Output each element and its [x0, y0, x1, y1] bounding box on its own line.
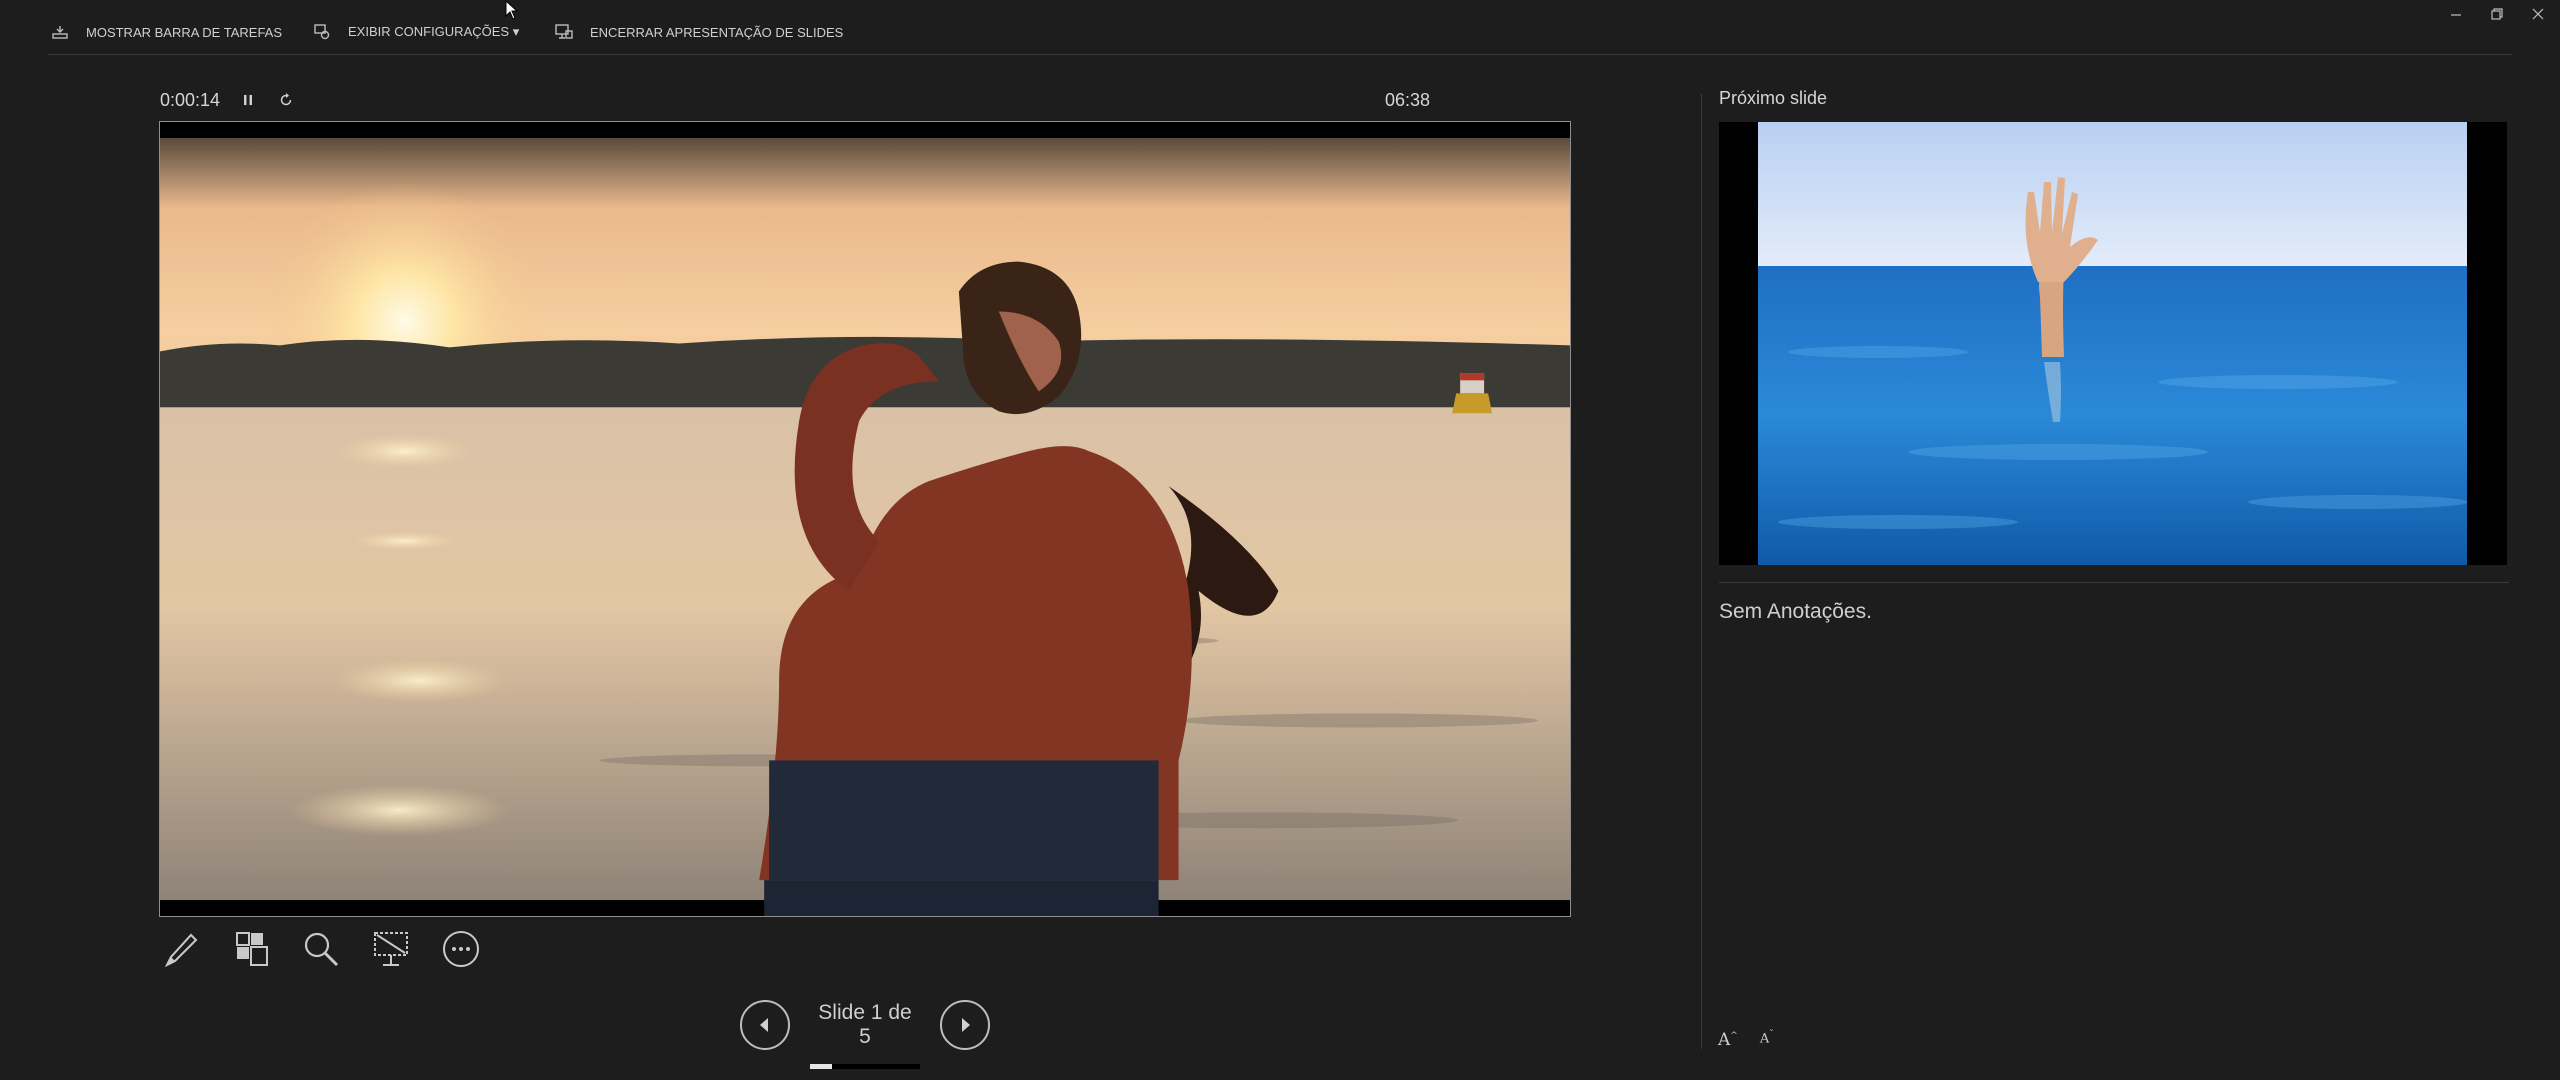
arrow-left-icon: [760, 1018, 768, 1032]
slide-progress-bar: [810, 1064, 920, 1069]
pen-icon: [164, 933, 198, 968]
arrow-right-icon: [962, 1018, 970, 1032]
current-slide-image: [160, 122, 1570, 916]
slide-counter[interactable]: Slide 1 de 5: [810, 1001, 920, 1069]
end-slideshow-label: ENCERRAR APRESENTAÇÃO DE SLIDES: [590, 24, 844, 40]
next-slide-image: [1758, 122, 2467, 565]
black-screen-icon: [374, 932, 408, 966]
notes-font-size-controls: A^ Aˇ: [1718, 1030, 1774, 1050]
more-options-button[interactable]: [438, 926, 484, 972]
restart-timer-icon[interactable]: [276, 90, 296, 110]
panel-divider: [1701, 94, 1702, 1049]
see-all-slides-icon: [236, 932, 268, 966]
toolbar-divider: [48, 54, 2512, 55]
decrease-font-button[interactable]: Aˇ: [1760, 1030, 1774, 1050]
presenter-toolbar: MOSTRAR BARRA DE TAREFAS EXIBIR CONFIGUR…: [0, 0, 2560, 56]
slide-counter-label: Slide 1 de 5: [818, 1001, 912, 1048]
next-slide-preview[interactable]: [1719, 122, 2507, 565]
restore-icon[interactable]: [2477, 2, 2517, 26]
elapsed-time: 0:00:14: [160, 89, 221, 110]
slide-progress-fill: [810, 1064, 832, 1069]
next-slide-label: Próximo slide: [1719, 88, 1828, 108]
pause-timer-icon[interactable]: [238, 90, 258, 110]
display-settings-icon: [314, 24, 330, 40]
end-slideshow-button[interactable]: ENCERRAR APRESENTAÇÃO DE SLIDES: [554, 20, 843, 44]
zoom-icon: [304, 932, 339, 967]
black-screen-button[interactable]: [368, 926, 414, 972]
display-settings-label: EXIBIR CONFIGURAÇÕES ▾: [348, 24, 520, 39]
increase-font-button[interactable]: A^: [1718, 1030, 1738, 1050]
close-icon[interactable]: [2518, 2, 2558, 26]
notes-divider: [1719, 582, 2509, 583]
show-taskbar-button[interactable]: MOSTRAR BARRA DE TAREFAS: [50, 20, 282, 44]
slideshow-timer: 0:00:14: [160, 88, 296, 112]
previous-slide-button[interactable]: [740, 1000, 790, 1050]
show-taskbar-label: MOSTRAR BARRA DE TAREFAS: [86, 24, 283, 40]
display-settings-button[interactable]: EXIBIR CONFIGURAÇÕES ▾: [312, 20, 519, 44]
minimize-icon[interactable]: [2436, 2, 2476, 26]
current-slide[interactable]: [159, 121, 1571, 917]
pen-tool-button[interactable]: [158, 926, 204, 972]
slide-navigation: Slide 1 de 5: [740, 1000, 990, 1069]
mouse-cursor-icon: [505, 0, 519, 20]
current-clock: 06:38: [1384, 90, 1430, 110]
zoom-button[interactable]: [298, 926, 344, 972]
end-slideshow-icon: [555, 24, 573, 39]
speaker-notes[interactable]: Sem Anotações.: [1719, 600, 1872, 624]
next-slide-button[interactable]: [940, 1000, 990, 1050]
taskbar-icon: [52, 26, 68, 39]
slide-tools: [158, 926, 484, 972]
more-options-icon: [443, 931, 479, 967]
see-all-slides-button[interactable]: [228, 926, 274, 972]
